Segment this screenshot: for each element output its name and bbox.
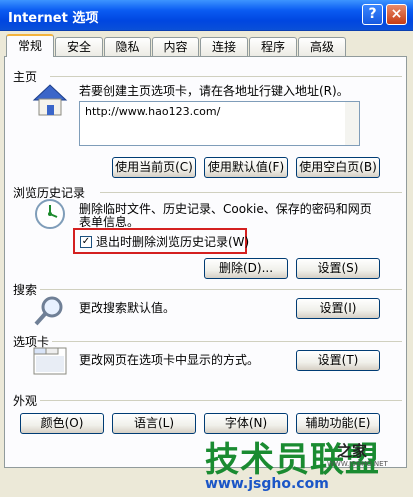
fonts-button[interactable]: 字体(N) [204, 413, 288, 434]
site-watermark: 技术员联盟 之家 WWW.JSGHO.NET www.jsgho.com [205, 432, 413, 497]
home-description: 若要创建主页选项卡，请在各地址行键入地址(R)。 [79, 84, 349, 98]
search-settings-button[interactable]: 设置(I) [296, 298, 380, 319]
search-separator [40, 289, 402, 290]
search-magnifier-icon [34, 296, 63, 326]
use-blank-button[interactable]: 使用空白页(B) [296, 157, 380, 178]
tab-general[interactable]: 常规 [6, 34, 54, 57]
close-button[interactable]: × [386, 4, 407, 25]
languages-button[interactable]: 语言(L) [112, 413, 196, 434]
tabs-separator [52, 341, 402, 342]
delete-on-exit-label: 退出时删除浏览历史记录(W) [96, 235, 250, 249]
tab-privacy[interactable]: 隐私 [104, 37, 151, 56]
watermark-suffix: 之家 [337, 442, 368, 460]
history-description-line2: 表单信息。 [79, 215, 140, 229]
appearance-section-label: 外观 [13, 394, 38, 408]
window-title: Internet 选项 [8, 11, 99, 26]
tabs-description: 更改网页在选项卡中显示的方式。 [79, 353, 260, 367]
title-bar[interactable]: Internet 选项 ? × [0, 0, 413, 31]
url-scrollbar[interactable] [345, 102, 359, 145]
search-description: 更改搜索默认值。 [79, 301, 176, 315]
colors-button[interactable]: 颜色(O) [20, 413, 104, 434]
home-icon [32, 84, 68, 116]
tab-connections[interactable]: 连接 [200, 37, 248, 56]
history-separator [100, 192, 402, 193]
history-settings-button[interactable]: 设置(S) [296, 258, 380, 279]
accessibility-button[interactable]: 辅助功能(E) [296, 413, 380, 434]
home-separator [50, 76, 402, 77]
history-clock-icon [35, 199, 65, 229]
tab-programs[interactable]: 程序 [249, 37, 297, 56]
home-url-value: http://www.hao123.com/ [85, 105, 221, 118]
tabs-window-icon [33, 347, 67, 375]
tabs-settings-button[interactable]: 设置(T) [296, 350, 380, 371]
tab-security[interactable]: 安全 [55, 37, 103, 56]
use-default-button[interactable]: 使用默认值(F) [204, 157, 288, 178]
use-current-button[interactable]: 使用当前页(C) [112, 157, 196, 178]
watermark-subtext: WWW.JSGHO.NET [327, 460, 388, 468]
history-description-line1: 删除临时文件、历史记录、Cookie、保存的密码和网页 [79, 202, 372, 216]
tab-advanced[interactable]: 高级 [298, 37, 346, 56]
tab-content[interactable]: 内容 [152, 37, 199, 56]
delete-history-button[interactable]: 删除(D)... [204, 258, 288, 279]
appearance-separator [40, 400, 402, 401]
help-button[interactable]: ? [362, 4, 383, 25]
delete-on-exit-checkbox[interactable]: ✓ [80, 236, 92, 248]
watermark-url: www.jsgho.com [205, 476, 329, 492]
home-url-textarea[interactable]: http://www.hao123.com/ [79, 101, 360, 146]
